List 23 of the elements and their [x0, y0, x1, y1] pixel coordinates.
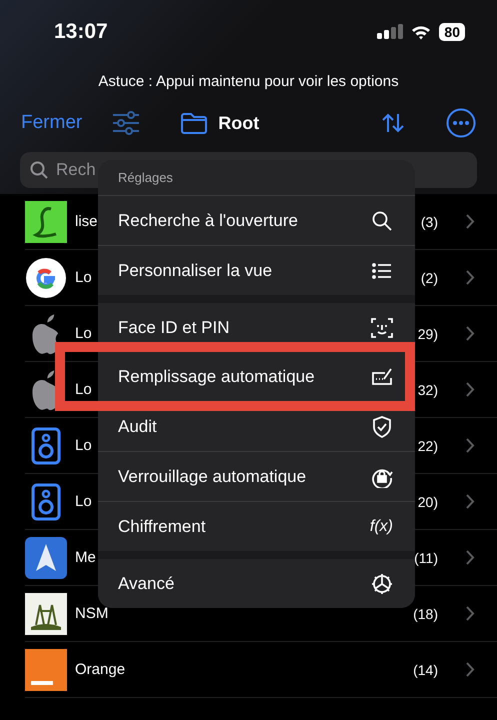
entry-name: Me — [75, 549, 96, 566]
entry-name: lise — [75, 213, 98, 230]
entry-name: Lo — [75, 381, 92, 398]
entry-count: 20) — [418, 494, 438, 510]
tip-text: Astuce : Appui maintenu pour voir les options — [97, 72, 400, 92]
entry-count: (3) — [420, 214, 438, 230]
status-time: 13:07 — [54, 20, 108, 44]
entry-name: Lo — [75, 269, 92, 286]
entry-count: 22) — [418, 438, 438, 454]
entry-name: Lo — [75, 325, 92, 342]
folder-title: Root — [218, 112, 260, 134]
entry-count: (11) — [414, 550, 438, 566]
battery-level: 80 — [439, 23, 465, 41]
entry-count: 29) — [418, 326, 438, 342]
entry-count: 32) — [418, 382, 438, 398]
entry-name: Lo — [75, 493, 92, 510]
entry-count: (14) — [413, 662, 438, 678]
function-icon: f(x) — [370, 518, 393, 536]
entry-count: (2) — [420, 270, 438, 286]
entry-name: Lo — [75, 437, 92, 454]
entry-name: NSM — [75, 605, 108, 622]
entry-count: (18) — [413, 606, 438, 622]
entry-name: Orange — [75, 661, 126, 678]
